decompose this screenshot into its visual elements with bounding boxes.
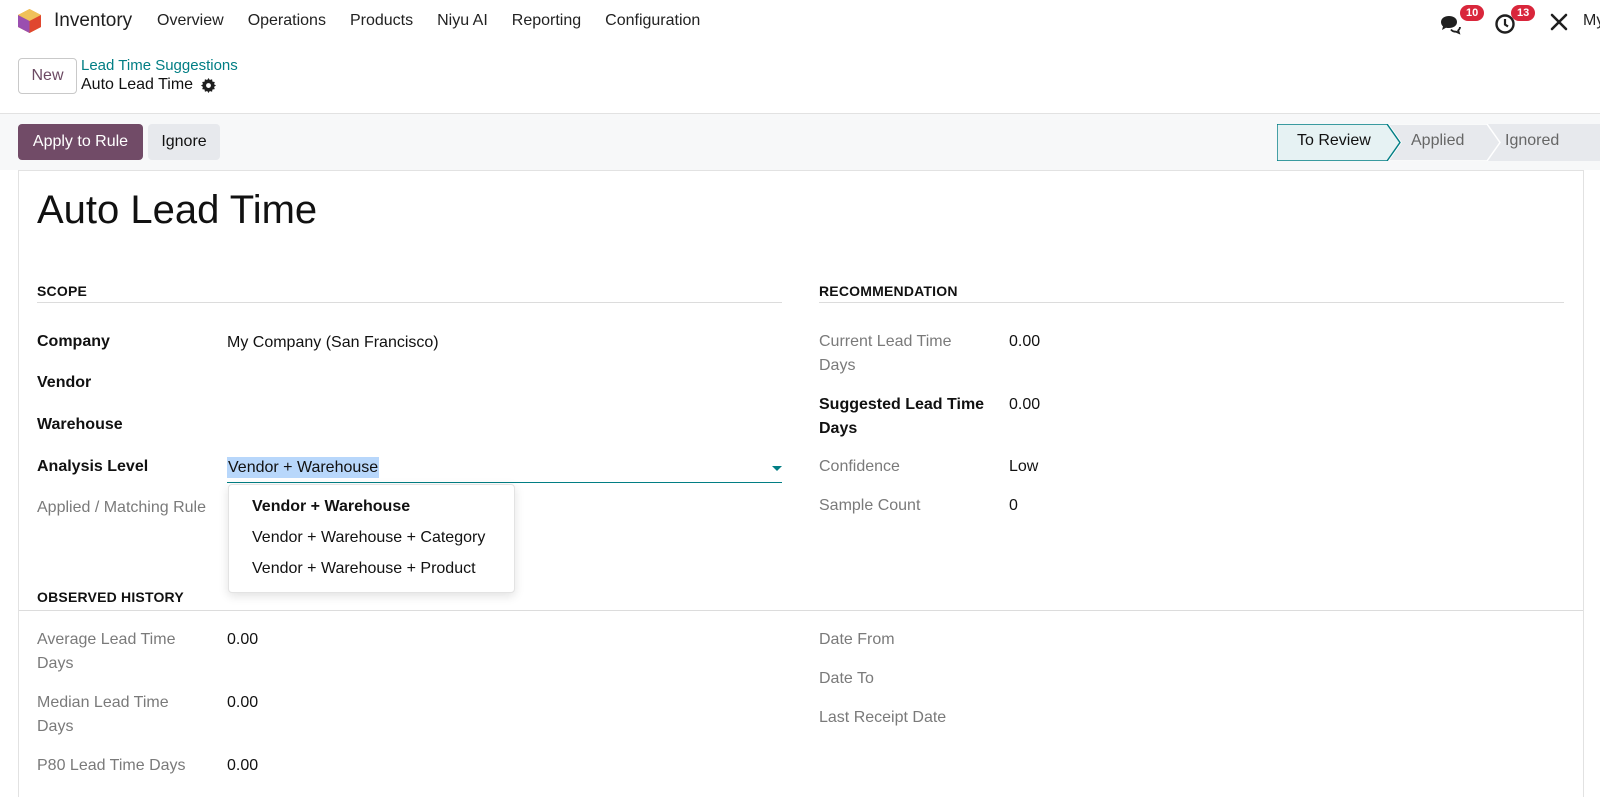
breadcrumb-current-label: Auto Lead Time	[81, 76, 194, 93]
recommendation-heading: RECOMMENDATION	[819, 283, 958, 299]
apply-to-rule-button[interactable]: Apply to Rule	[18, 124, 143, 160]
menu-configuration[interactable]: Configuration	[605, 12, 700, 30]
company-value[interactable]: My Company (San Francisco)	[227, 331, 439, 355]
chat-icon	[1441, 16, 1461, 35]
stage-applied[interactable]: Applied	[1411, 132, 1464, 150]
new-button[interactable]: New	[18, 58, 77, 94]
activities-badge: 13	[1511, 5, 1536, 21]
analysis-level-select[interactable]: Vendor + Warehouse	[227, 455, 782, 483]
average-lead-time-value: 0.00	[227, 631, 259, 648]
app-name[interactable]: Inventory	[54, 10, 132, 32]
menu-operations[interactable]: Operations	[248, 12, 326, 30]
analysis-level-dropdown: Vendor + Warehouse Vendor + Warehouse + …	[228, 484, 515, 593]
median-lead-time-label: Median Lead Time Days	[37, 694, 169, 735]
menu-overview[interactable]: Overview	[157, 12, 224, 30]
confidence-value: Low	[1009, 458, 1039, 475]
suggested-lead-time-value[interactable]: 0.00	[1009, 393, 1040, 417]
inventory-app-icon[interactable]	[17, 8, 42, 34]
option-vendor-warehouse[interactable]: Vendor + Warehouse	[252, 498, 410, 516]
p80-lead-time-value: 0.00	[227, 757, 259, 774]
stage-ignored[interactable]: Ignored	[1505, 132, 1559, 150]
activities-button[interactable]: 13	[1494, 5, 1536, 40]
option-vendor-warehouse-category[interactable]: Vendor + Warehouse + Category	[252, 529, 485, 547]
p80-lead-time-label: P80 Lead Time Days	[37, 757, 186, 774]
current-lead-time-label: Current Lead Time Days	[819, 333, 952, 374]
current-lead-time-value: 0.00	[1009, 333, 1041, 350]
gear-icon[interactable]	[201, 77, 217, 93]
median-lead-time-value: 0.00	[227, 694, 259, 711]
record-title: Auto Lead Time	[37, 188, 318, 232]
ignore-button[interactable]: Ignore	[148, 124, 220, 160]
applied-rule-label: Applied / Matching Rule	[37, 499, 206, 516]
company-label: Company	[37, 333, 110, 350]
average-lead-time-label: Average Lead Time Days	[37, 631, 176, 672]
sample-count-label: Sample Count	[819, 497, 921, 514]
tools-icon	[1550, 13, 1568, 31]
suggested-lead-time-label: Suggested Lead Time Days	[819, 396, 985, 437]
main-menu: Overview Operations Products Niyu AI Rep…	[157, 12, 724, 30]
breadcrumb-current: Auto Lead Time	[81, 76, 217, 94]
menu-niyu-ai[interactable]: Niyu AI	[437, 12, 488, 30]
top-navbar: Inventory Overview Operations Products N…	[0, 0, 1600, 42]
date-from-label: Date From	[819, 631, 895, 648]
dropdown-caret-icon	[772, 466, 782, 471]
analysis-level-label: Analysis Level	[37, 458, 149, 475]
option-vendor-warehouse-product[interactable]: Vendor + Warehouse + Product	[252, 560, 476, 578]
messages-badge: 10	[1460, 5, 1485, 21]
last-receipt-date-label: Last Receipt Date	[819, 709, 947, 726]
breadcrumb-parent[interactable]: Lead Time Suggestions	[81, 57, 238, 74]
warehouse-label: Warehouse	[37, 416, 123, 433]
vendor-label: Vendor	[37, 374, 92, 391]
menu-reporting[interactable]: Reporting	[512, 12, 581, 30]
date-to-label: Date To	[819, 670, 874, 687]
scope-divider	[37, 302, 782, 303]
debug-tools-button[interactable]	[1549, 12, 1569, 37]
menu-products[interactable]: Products	[350, 12, 413, 30]
control-panel: New Lead Time Suggestions Auto Lead Time	[0, 42, 1600, 114]
user-menu[interactable]: My	[1583, 12, 1600, 30]
confidence-label: Confidence	[819, 458, 900, 475]
scope-heading: SCOPE	[37, 283, 88, 299]
form-statusbar: Apply to Rule Ignore To Review Applied I…	[0, 114, 1600, 170]
history-divider	[19, 610, 1583, 611]
recommendation-divider	[819, 302, 1564, 303]
messages-button[interactable]: 10	[1438, 5, 1485, 41]
analysis-level-value: Vendor + Warehouse	[227, 457, 380, 478]
sample-count-value: 0	[1009, 497, 1018, 514]
stage-to-review[interactable]: To Review	[1297, 132, 1371, 150]
observed-history-heading: OBSERVED HISTORY	[37, 589, 184, 605]
